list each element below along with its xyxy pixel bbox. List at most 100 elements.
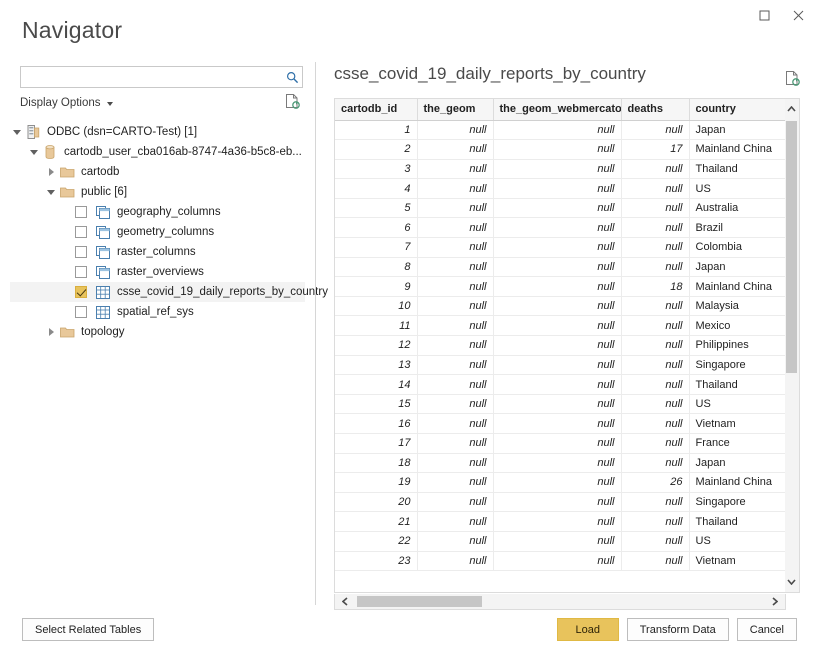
tree-item[interactable]: cartodb (10, 162, 305, 182)
view-icon (96, 206, 110, 219)
table-cell: null (493, 296, 622, 317)
table-row[interactable]: 19 null null 26 Mainland China (335, 472, 785, 493)
cancel-button[interactable]: Cancel (736, 618, 797, 641)
table-row[interactable]: 8 null null null Japan (335, 257, 785, 278)
scroll-up-button[interactable] (785, 101, 798, 117)
chevron-left-icon (342, 596, 348, 606)
search-box[interactable] (20, 66, 303, 88)
scroll-down-button[interactable] (785, 574, 798, 590)
tree-item[interactable]: topology (10, 322, 305, 342)
expand-toggle-icon[interactable] (44, 182, 58, 202)
table-icon (96, 285, 110, 299)
expand-toggle-icon[interactable] (44, 322, 58, 342)
table-cell: null (493, 237, 622, 258)
scroll-right-button[interactable] (767, 594, 783, 608)
horizontal-scrollbar[interactable] (334, 594, 786, 610)
column-header[interactable]: the_geom (417, 99, 494, 121)
column-header[interactable]: deaths (621, 99, 690, 121)
table-row[interactable]: 4 null null null US (335, 178, 785, 199)
tree-item[interactable]: cartodb_user_cba016ab-8747-4a36-b5c8-eb.… (10, 142, 305, 162)
table-cell: null (417, 335, 494, 356)
load-button[interactable]: Load (556, 618, 619, 641)
transform-data-button[interactable]: Transform Data (626, 618, 729, 641)
table-cell: 5 (335, 198, 418, 219)
table-cell: null (621, 433, 690, 454)
refresh-preview-left-button[interactable] (285, 93, 300, 114)
table-row[interactable]: 16 null null null Vietnam (335, 413, 785, 434)
footer-left: Select Related Tables (22, 618, 155, 641)
table-row[interactable]: 3 null null null Thailand (335, 159, 785, 180)
tree-item[interactable]: ODBC (dsn=CARTO-Test) [1] (10, 122, 305, 142)
column-header[interactable]: cartodb_id (335, 99, 418, 121)
table-cell: 16 (335, 413, 418, 434)
tree-item-label: geometry_columns (117, 226, 215, 238)
scroll-left-button[interactable] (337, 594, 353, 608)
vertical-scrollbar-thumb[interactable] (786, 121, 797, 373)
table-row[interactable]: 1 null null null Japan (335, 120, 785, 141)
table-row[interactable]: 12 null null null Philippines (335, 335, 785, 356)
tree-item[interactable]: spatial_ref_sys (10, 302, 305, 322)
table-cell: Japan (689, 257, 785, 278)
table-cell: null (621, 178, 690, 199)
database-icon (41, 143, 59, 161)
table-cell: Colombia (689, 237, 785, 258)
maximize-icon (759, 10, 769, 20)
table-row[interactable]: 13 null null null Singapore (335, 355, 785, 376)
tree-item[interactable]: geography_columns (10, 202, 305, 222)
table-row[interactable]: 17 null null null France (335, 433, 785, 454)
table-row[interactable]: 9 null null 18 Mainland China (335, 276, 785, 297)
table-row[interactable]: 23 null null null Vietnam (335, 551, 785, 572)
table-cell: 22 (335, 531, 418, 552)
vertical-scrollbar[interactable] (785, 98, 800, 593)
tree-item-checkbox[interactable] (75, 226, 87, 238)
tree-item-label: csse_covid_19_daily_reports_by_country (117, 286, 328, 298)
tree-item-checkbox[interactable] (75, 206, 87, 218)
expand-toggle-icon[interactable] (10, 122, 24, 142)
tree-item[interactable]: csse_covid_19_daily_reports_by_country (10, 282, 328, 302)
tree-item-checkbox[interactable] (75, 306, 87, 318)
search-input[interactable] (21, 67, 282, 87)
table-cell: 13 (335, 355, 418, 376)
table-row[interactable]: 14 null null null Thailand (335, 374, 785, 395)
table-row[interactable]: 22 null null null US (335, 531, 785, 552)
tree-item-checkbox[interactable] (75, 266, 87, 278)
table-row[interactable]: 5 null null null Australia (335, 198, 785, 219)
expand-toggle-icon[interactable] (27, 142, 41, 162)
display-options-dropdown[interactable]: Display Options (20, 97, 113, 109)
tree-item[interactable]: public [6] (10, 182, 305, 202)
table-cell: null (493, 276, 622, 297)
column-header[interactable]: country (689, 99, 785, 121)
table-cell: Brazil (689, 217, 785, 239)
tree-item-checkbox[interactable] (75, 286, 87, 298)
table-row[interactable]: 10 null null null Malaysia (335, 296, 785, 317)
table-row[interactable]: 2 null null 17 Mainland China (335, 139, 785, 160)
select-related-tables-button[interactable]: Select Related Tables (22, 618, 155, 641)
table-icon (94, 283, 112, 301)
refresh-preview-button[interactable] (785, 70, 800, 91)
table-cell: null (417, 296, 494, 317)
table-cell: 3 (335, 159, 418, 180)
table-row[interactable]: 15 null null null US (335, 394, 785, 415)
maximize-button[interactable] (749, 3, 779, 27)
table-cell: null (493, 472, 622, 493)
display-options-label: Display Options (20, 97, 101, 109)
table-row[interactable]: 6 null null null Brazil (335, 217, 785, 239)
horizontal-scrollbar-thumb[interactable] (357, 596, 482, 607)
preview-grid[interactable]: cartodb_id the_geom the_geom_webmercator de… (334, 98, 786, 593)
search-icon[interactable] (282, 67, 302, 87)
tree-item-checkbox[interactable] (75, 246, 87, 258)
source-tree[interactable]: ODBC (dsn=CARTO-Test) [1] cartodb_user_cb… (10, 122, 328, 342)
tree-item[interactable]: geometry_columns (10, 222, 305, 242)
tree-item[interactable]: raster_overviews (10, 262, 305, 282)
table-row[interactable]: 20 null null null Singapore (335, 492, 785, 513)
expand-toggle-icon[interactable] (44, 162, 58, 182)
table-cell: 11 (335, 315, 418, 337)
table-row[interactable]: 21 null null null Thailand (335, 511, 785, 532)
column-header[interactable]: the_geom_webmercator (493, 99, 622, 121)
table-row[interactable]: 7 null null null Colombia (335, 237, 785, 258)
close-button[interactable] (783, 3, 813, 27)
tree-item[interactable]: raster_columns (10, 242, 305, 262)
table-row[interactable]: 11 null null null Mexico (335, 315, 785, 337)
table-row[interactable]: 18 null null null Japan (335, 453, 785, 474)
